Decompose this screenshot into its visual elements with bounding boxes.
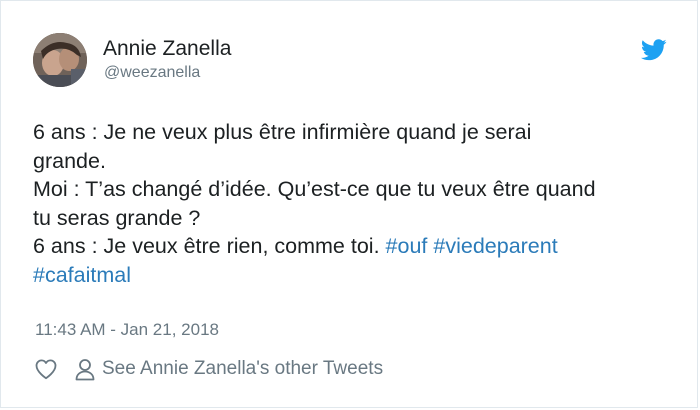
tweet-line: grande. (33, 148, 106, 173)
hashtag-ouf[interactable]: #ouf (386, 234, 428, 258)
avatar[interactable] (33, 33, 87, 87)
tweet-line: tu seras grande ? (33, 205, 201, 230)
tweet-line: 6 ans : Je ne veux plus être infirmière … (33, 120, 532, 144)
avatar-photo (33, 33, 87, 87)
heart-icon[interactable] (34, 357, 58, 381)
tweet-card: Annie Zanella @weezanella 6 ans : Je ne … (0, 0, 698, 408)
see-other-tweets-link[interactable]: See Annie Zanella's other Tweets (74, 357, 383, 381)
tweet-line-text: 6 ans : Je veux être rien, comme toi. (33, 234, 380, 258)
tweet-line: Moi : T’as changé d’idée. Qu’est-ce que … (33, 177, 596, 201)
author-screen-name[interactable]: @weezanella (104, 64, 200, 82)
tweet-text: 6 ans : Je ne veux plus être infirmière … (33, 118, 663, 289)
tweet-line: #cafaitmal (33, 261, 663, 290)
tweet-timestamp[interactable]: 11:43 AM - Jan 21, 2018 (35, 320, 219, 340)
twitter-bird-icon[interactable] (640, 39, 667, 61)
hashtag-cafaitmal[interactable]: #cafaitmal (33, 263, 131, 287)
hashtag-viedeparent[interactable]: #viedeparent (433, 234, 557, 258)
author-display-name[interactable]: Annie Zanella (103, 37, 231, 61)
tweet-line: 6 ans : Je veux être rien, comme toi. #o… (33, 232, 663, 261)
see-other-tweets-label: See Annie Zanella's other Tweets (102, 358, 384, 379)
person-icon (75, 359, 95, 381)
